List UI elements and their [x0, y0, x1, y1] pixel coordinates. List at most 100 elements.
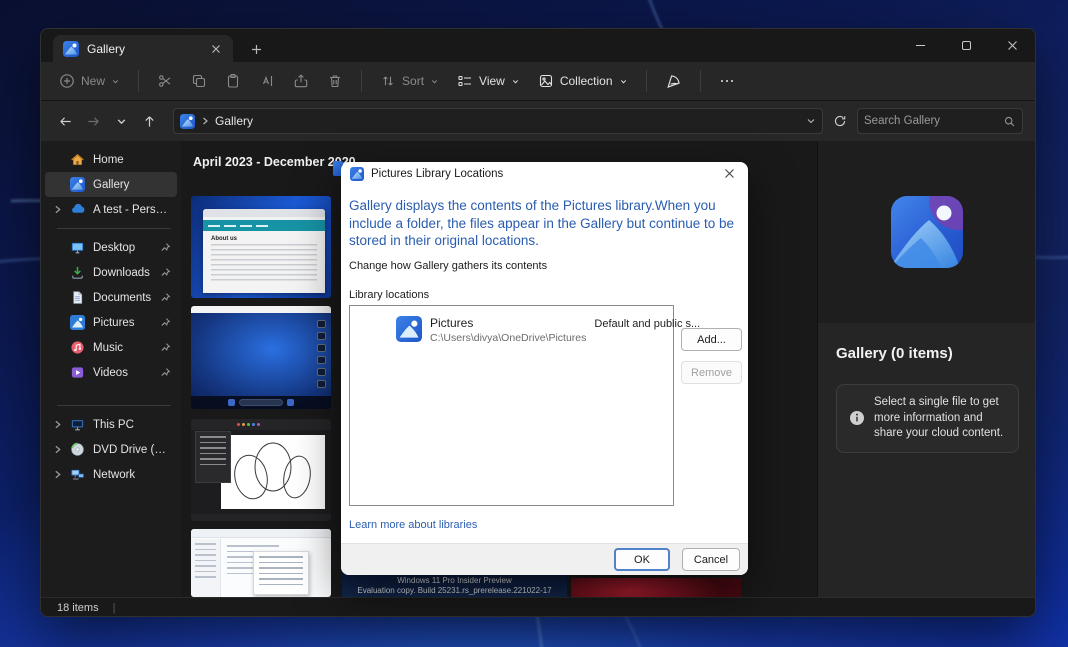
sidebar-item-network[interactable]: Network: [45, 462, 177, 487]
forward-button[interactable]: [81, 109, 105, 133]
thumbnail-red-abstract-screenshot[interactable]: [571, 578, 741, 597]
expand-chevron-icon[interactable]: [53, 469, 63, 480]
sidebar-divider: [57, 405, 171, 406]
sort-button[interactable]: Sort: [372, 68, 447, 94]
dvd-drive-icon: [70, 442, 86, 457]
pin-icon: [160, 292, 171, 303]
library-locations-label: Library locations: [349, 289, 740, 301]
sidebar-item-music[interactable]: Music: [45, 335, 177, 360]
documents-icon: [70, 290, 86, 305]
new-tab-button[interactable]: [247, 40, 265, 58]
phone-link-icon: [665, 73, 682, 90]
sidebar-item-desktop[interactable]: Desktop: [45, 235, 177, 260]
ellipsis-icon: [719, 73, 735, 89]
maximize-button[interactable]: [943, 29, 989, 62]
toolbar-divider: [361, 70, 362, 92]
library-locations-list[interactable]: Pictures C:\Users\divya\OneDrive\Picture…: [349, 305, 674, 506]
sidebar-item-onedrive[interactable]: A test - Personal: [45, 197, 177, 222]
thumbnail-paint-screenshot[interactable]: [191, 419, 331, 521]
gallery-large-icon: [891, 196, 963, 268]
tab-gallery[interactable]: Gallery: [53, 35, 233, 62]
thumbnail-file-explorer-screenshot[interactable]: [191, 529, 331, 597]
breadcrumb[interactable]: Gallery: [173, 108, 823, 134]
chevron-down-icon: [619, 77, 628, 86]
refresh-button[interactable]: [827, 108, 853, 134]
rename-icon: [259, 73, 275, 89]
gallery-icon: [180, 114, 195, 129]
paste-button[interactable]: [217, 68, 249, 94]
command-bar: New: [41, 62, 1035, 101]
rename-button[interactable]: [251, 68, 283, 94]
expand-chevron-icon[interactable]: [53, 419, 63, 430]
trash-icon: [327, 73, 343, 89]
search-input[interactable]: [864, 115, 1003, 127]
expand-chevron-icon[interactable]: [53, 444, 63, 455]
onedrive-cloud-icon: [70, 202, 86, 217]
address-dropdown-icon[interactable]: [806, 116, 816, 126]
view-button[interactable]: View: [449, 68, 528, 94]
info-box: Select a single file to get more informa…: [836, 384, 1019, 453]
minimize-button[interactable]: [897, 29, 943, 62]
ok-button[interactable]: OK: [614, 548, 670, 571]
status-divider: |: [113, 602, 116, 614]
window-controls: [897, 29, 1035, 62]
learn-more-link[interactable]: Learn more about libraries: [349, 519, 740, 531]
thumbnail-desktop-screenshot[interactable]: [191, 306, 331, 409]
chevron-right-icon: [201, 116, 209, 126]
dialog-title-bar[interactable]: Pictures Library Locations: [341, 162, 748, 185]
toolbar-divider: [646, 70, 647, 92]
remove-button[interactable]: Remove: [681, 361, 742, 384]
item-count: 18 items: [57, 602, 99, 614]
new-button[interactable]: New: [51, 68, 128, 94]
expand-chevron-icon[interactable]: [53, 204, 63, 215]
back-button[interactable]: [53, 109, 77, 133]
search-box[interactable]: [857, 108, 1023, 134]
add-button[interactable]: Add...: [681, 328, 742, 351]
thumbnail-text: About us: [211, 236, 325, 242]
thumbnail-browser-screenshot[interactable]: About us: [191, 196, 331, 298]
breadcrumb-item-gallery[interactable]: Gallery: [215, 114, 253, 128]
dialog-footer: OK Cancel: [341, 543, 748, 575]
list-item-pictures[interactable]: Pictures C:\Users\divya\OneDrive\Picture…: [350, 306, 673, 344]
sidebar-item-pictures[interactable]: Pictures: [45, 310, 177, 335]
dialog-close-icon[interactable]: [716, 164, 742, 183]
tab-close-icon[interactable]: [207, 40, 225, 58]
location-path: C:\Users\divya\OneDrive\Pictures: [430, 332, 586, 344]
collection-button[interactable]: Collection: [530, 68, 636, 94]
pin-icon: [160, 242, 171, 253]
see-more-button[interactable]: [711, 68, 743, 94]
recent-locations-button[interactable]: [109, 109, 133, 133]
sidebar-item-documents[interactable]: Documents: [45, 285, 177, 310]
info-text: Select a single file to get more informa…: [874, 395, 1006, 442]
up-button[interactable]: [137, 109, 161, 133]
sidebar-item-gallery[interactable]: Gallery: [45, 172, 177, 197]
desktop: Gallery: [0, 0, 1068, 647]
dialog-change-hint: Change how Gallery gathers its contents: [349, 260, 740, 272]
cancel-button[interactable]: Cancel: [682, 548, 740, 571]
sidebar-item-home[interactable]: Home: [45, 147, 177, 172]
share-button[interactable]: [285, 68, 317, 94]
sidebar-item-videos[interactable]: Videos: [45, 360, 177, 385]
watermark-line1: Windows 11 Pro Insider Preview: [397, 576, 512, 586]
close-button[interactable]: [989, 29, 1035, 62]
sort-label: Sort: [402, 74, 424, 88]
pictures-library-locations-dialog: Pictures Library Locations Gallery displ…: [341, 162, 748, 575]
delete-button[interactable]: [319, 68, 351, 94]
copy-button[interactable]: [183, 68, 215, 94]
toolbar-divider: [138, 70, 139, 92]
home-icon: [70, 152, 86, 167]
pin-icon: [160, 367, 171, 378]
sidebar-item-this-pc[interactable]: This PC: [45, 412, 177, 437]
image-icon: [538, 73, 554, 89]
tab-bar: Gallery: [41, 29, 1035, 62]
info-icon: [849, 410, 865, 426]
date-group-header[interactable]: April 2023 - December 2020: [193, 155, 356, 169]
phone-link-button[interactable]: [657, 68, 690, 95]
sidebar-item-dvd-drive[interactable]: DVD Drive (D:) CCC: [45, 437, 177, 462]
sidebar-item-downloads[interactable]: Downloads: [45, 260, 177, 285]
chevron-down-icon: [511, 77, 520, 86]
view-list-icon: [457, 73, 473, 89]
pin-icon: [160, 342, 171, 353]
cut-button[interactable]: [149, 68, 181, 94]
share-icon: [293, 73, 309, 89]
